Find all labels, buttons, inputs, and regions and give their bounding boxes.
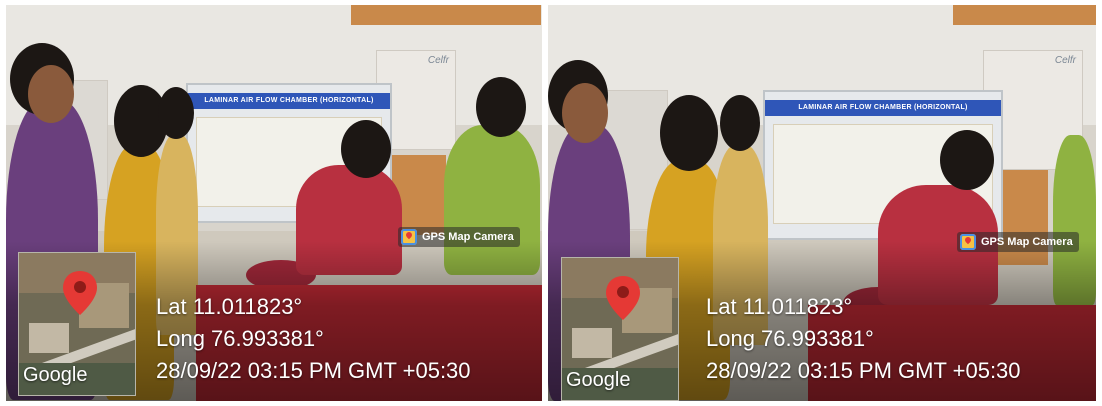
map-block [572, 328, 612, 358]
seated-head [940, 130, 994, 190]
fridge-label: Celfr [1054, 55, 1076, 66]
mini-map: Google [561, 257, 679, 401]
datetime: 28/09/22 03:15 PM GMT +05:30 [156, 358, 471, 383]
gps-camera-icon [960, 234, 976, 250]
girl-head [720, 95, 760, 151]
hood-label: LAMINAR AIR FLOW CHAMBER (HORIZONTAL) [188, 93, 390, 109]
latitude: Lat 11.011823° [156, 294, 303, 319]
latitude: Lat 11.011823° [706, 294, 853, 319]
photo-left: Celfr LAMINAR AIR FLOW CHAMBER (HORIZONT… [6, 5, 542, 401]
google-attribution: Google [566, 369, 631, 391]
cabinet [953, 5, 1096, 25]
coordinates: Lat 11.011823° Long 76.993381° 28/09/22 … [706, 291, 1021, 387]
mini-map: Google [18, 252, 136, 396]
hood-label: LAMINAR AIR FLOW CHAMBER (HORIZONTAL) [765, 100, 1001, 116]
gps-camera-icon [401, 229, 417, 245]
cabinet [351, 5, 541, 25]
seated-head [341, 120, 391, 178]
datetime: 28/09/22 03:15 PM GMT +05:30 [706, 358, 1021, 383]
longitude: Long 76.993381° [156, 326, 324, 351]
girl-head [158, 87, 194, 139]
map-pin-icon [606, 276, 640, 320]
fridge-label: Celfr [427, 55, 449, 66]
google-attribution: Google [23, 364, 88, 386]
longitude: Long 76.993381° [706, 326, 874, 351]
gps-badge: GPS Map Camera [957, 232, 1079, 252]
map-block [29, 323, 69, 353]
gps-badge: GPS Map Camera [398, 227, 520, 247]
coordinates: Lat 11.011823° Long 76.993381° 28/09/22 … [156, 291, 471, 387]
man-face [562, 83, 608, 143]
woman-green-head [476, 77, 526, 137]
woman-yellow-head [660, 95, 718, 171]
photo-right: Celfr LAMINAR AIR FLOW CHAMBER (HORIZONT… [548, 5, 1096, 401]
map-pin-icon [63, 271, 97, 315]
man-face [28, 65, 74, 123]
gps-badge-text: GPS Map Camera [981, 236, 1073, 248]
gps-badge-text: GPS Map Camera [422, 231, 514, 243]
